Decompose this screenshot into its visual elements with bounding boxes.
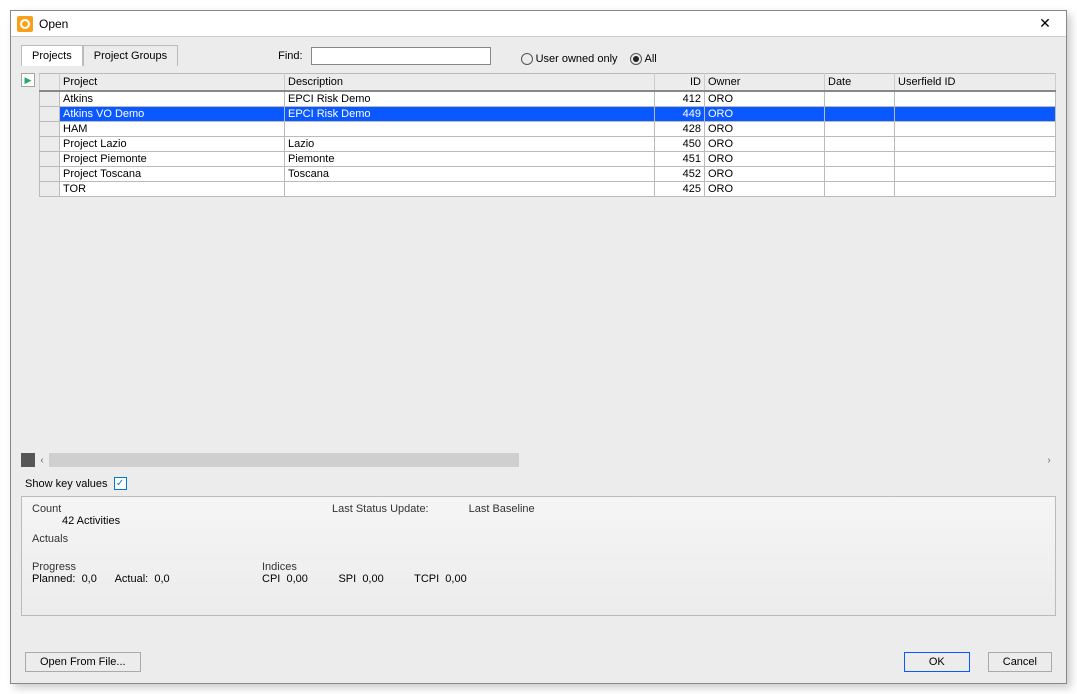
table-row[interactable]: AtkinsEPCI Risk Demo412ORO bbox=[40, 91, 1056, 107]
table-row[interactable]: Project ToscanaToscana452ORO bbox=[40, 167, 1056, 182]
cancel-button[interactable]: Cancel bbox=[988, 652, 1052, 672]
actuals-label: Actuals bbox=[32, 533, 1045, 545]
col-userfield[interactable]: Userfield ID bbox=[895, 74, 1056, 92]
actual-value: 0,0 bbox=[154, 573, 169, 585]
col-owner[interactable]: Owner bbox=[705, 74, 825, 92]
col-description[interactable]: Description bbox=[285, 74, 655, 92]
col-project[interactable]: Project bbox=[60, 74, 285, 92]
scroll-left-icon[interactable]: ‹ bbox=[35, 453, 49, 467]
cpi-value: 0,00 bbox=[286, 573, 307, 585]
key-values-panel: Count 42 Activities Last Status Update: … bbox=[21, 496, 1056, 616]
spi-value: 0,00 bbox=[362, 573, 383, 585]
client-area: Projects Project Groups Find: User owned… bbox=[11, 37, 1066, 683]
table-row[interactable]: HAM428ORO bbox=[40, 122, 1056, 137]
activity-count: 42 Activities bbox=[32, 515, 292, 527]
planned-value: 0,0 bbox=[82, 573, 97, 585]
scrollbar-thumb[interactable] bbox=[49, 453, 519, 467]
last-status-label: Last Status Update: bbox=[332, 503, 429, 527]
indices-label: Indices bbox=[262, 561, 467, 573]
show-key-values-label: Show key values bbox=[25, 478, 108, 490]
app-icon bbox=[17, 16, 33, 32]
table-row[interactable]: Atkins VO DemoEPCI Risk Demo449ORO bbox=[40, 107, 1056, 122]
table-row[interactable]: TOR425ORO bbox=[40, 182, 1056, 197]
horizontal-scrollbar[interactable]: ‹ › bbox=[21, 451, 1056, 469]
run-icon[interactable]: ▶ bbox=[21, 73, 35, 87]
progress-label: Progress bbox=[32, 561, 222, 573]
radio-user-owned[interactable]: User owned only bbox=[521, 53, 618, 65]
find-input[interactable] bbox=[311, 47, 491, 65]
ok-button[interactable]: OK bbox=[904, 652, 970, 672]
close-icon[interactable]: ✕ bbox=[1030, 11, 1060, 36]
projects-grid: Project Description ID Owner Date Userfi… bbox=[39, 73, 1056, 451]
open-from-file-button[interactable]: Open From File... bbox=[25, 652, 141, 672]
scroll-right-icon[interactable]: › bbox=[1042, 453, 1056, 467]
find-label: Find: bbox=[278, 50, 302, 62]
window-title: Open bbox=[39, 17, 68, 31]
grid-header: Project Description ID Owner Date Userfi… bbox=[40, 74, 1056, 92]
radio-all[interactable]: All bbox=[630, 53, 657, 65]
tab-projects[interactable]: Projects bbox=[21, 45, 83, 66]
col-date[interactable]: Date bbox=[825, 74, 895, 92]
tcpi-value: 0,00 bbox=[445, 573, 466, 585]
tab-project-groups[interactable]: Project Groups bbox=[83, 45, 178, 66]
table-row[interactable]: Project PiemontePiemonte451ORO bbox=[40, 152, 1056, 167]
col-id[interactable]: ID bbox=[655, 74, 705, 92]
open-dialog: Open ✕ Projects Project Groups Find: Use… bbox=[10, 10, 1067, 684]
titlebar: Open ✕ bbox=[11, 11, 1066, 37]
table-row[interactable]: Project LazioLazio450ORO bbox=[40, 137, 1056, 152]
show-key-values-checkbox[interactable] bbox=[114, 477, 127, 490]
last-baseline-label: Last Baseline bbox=[469, 503, 535, 527]
